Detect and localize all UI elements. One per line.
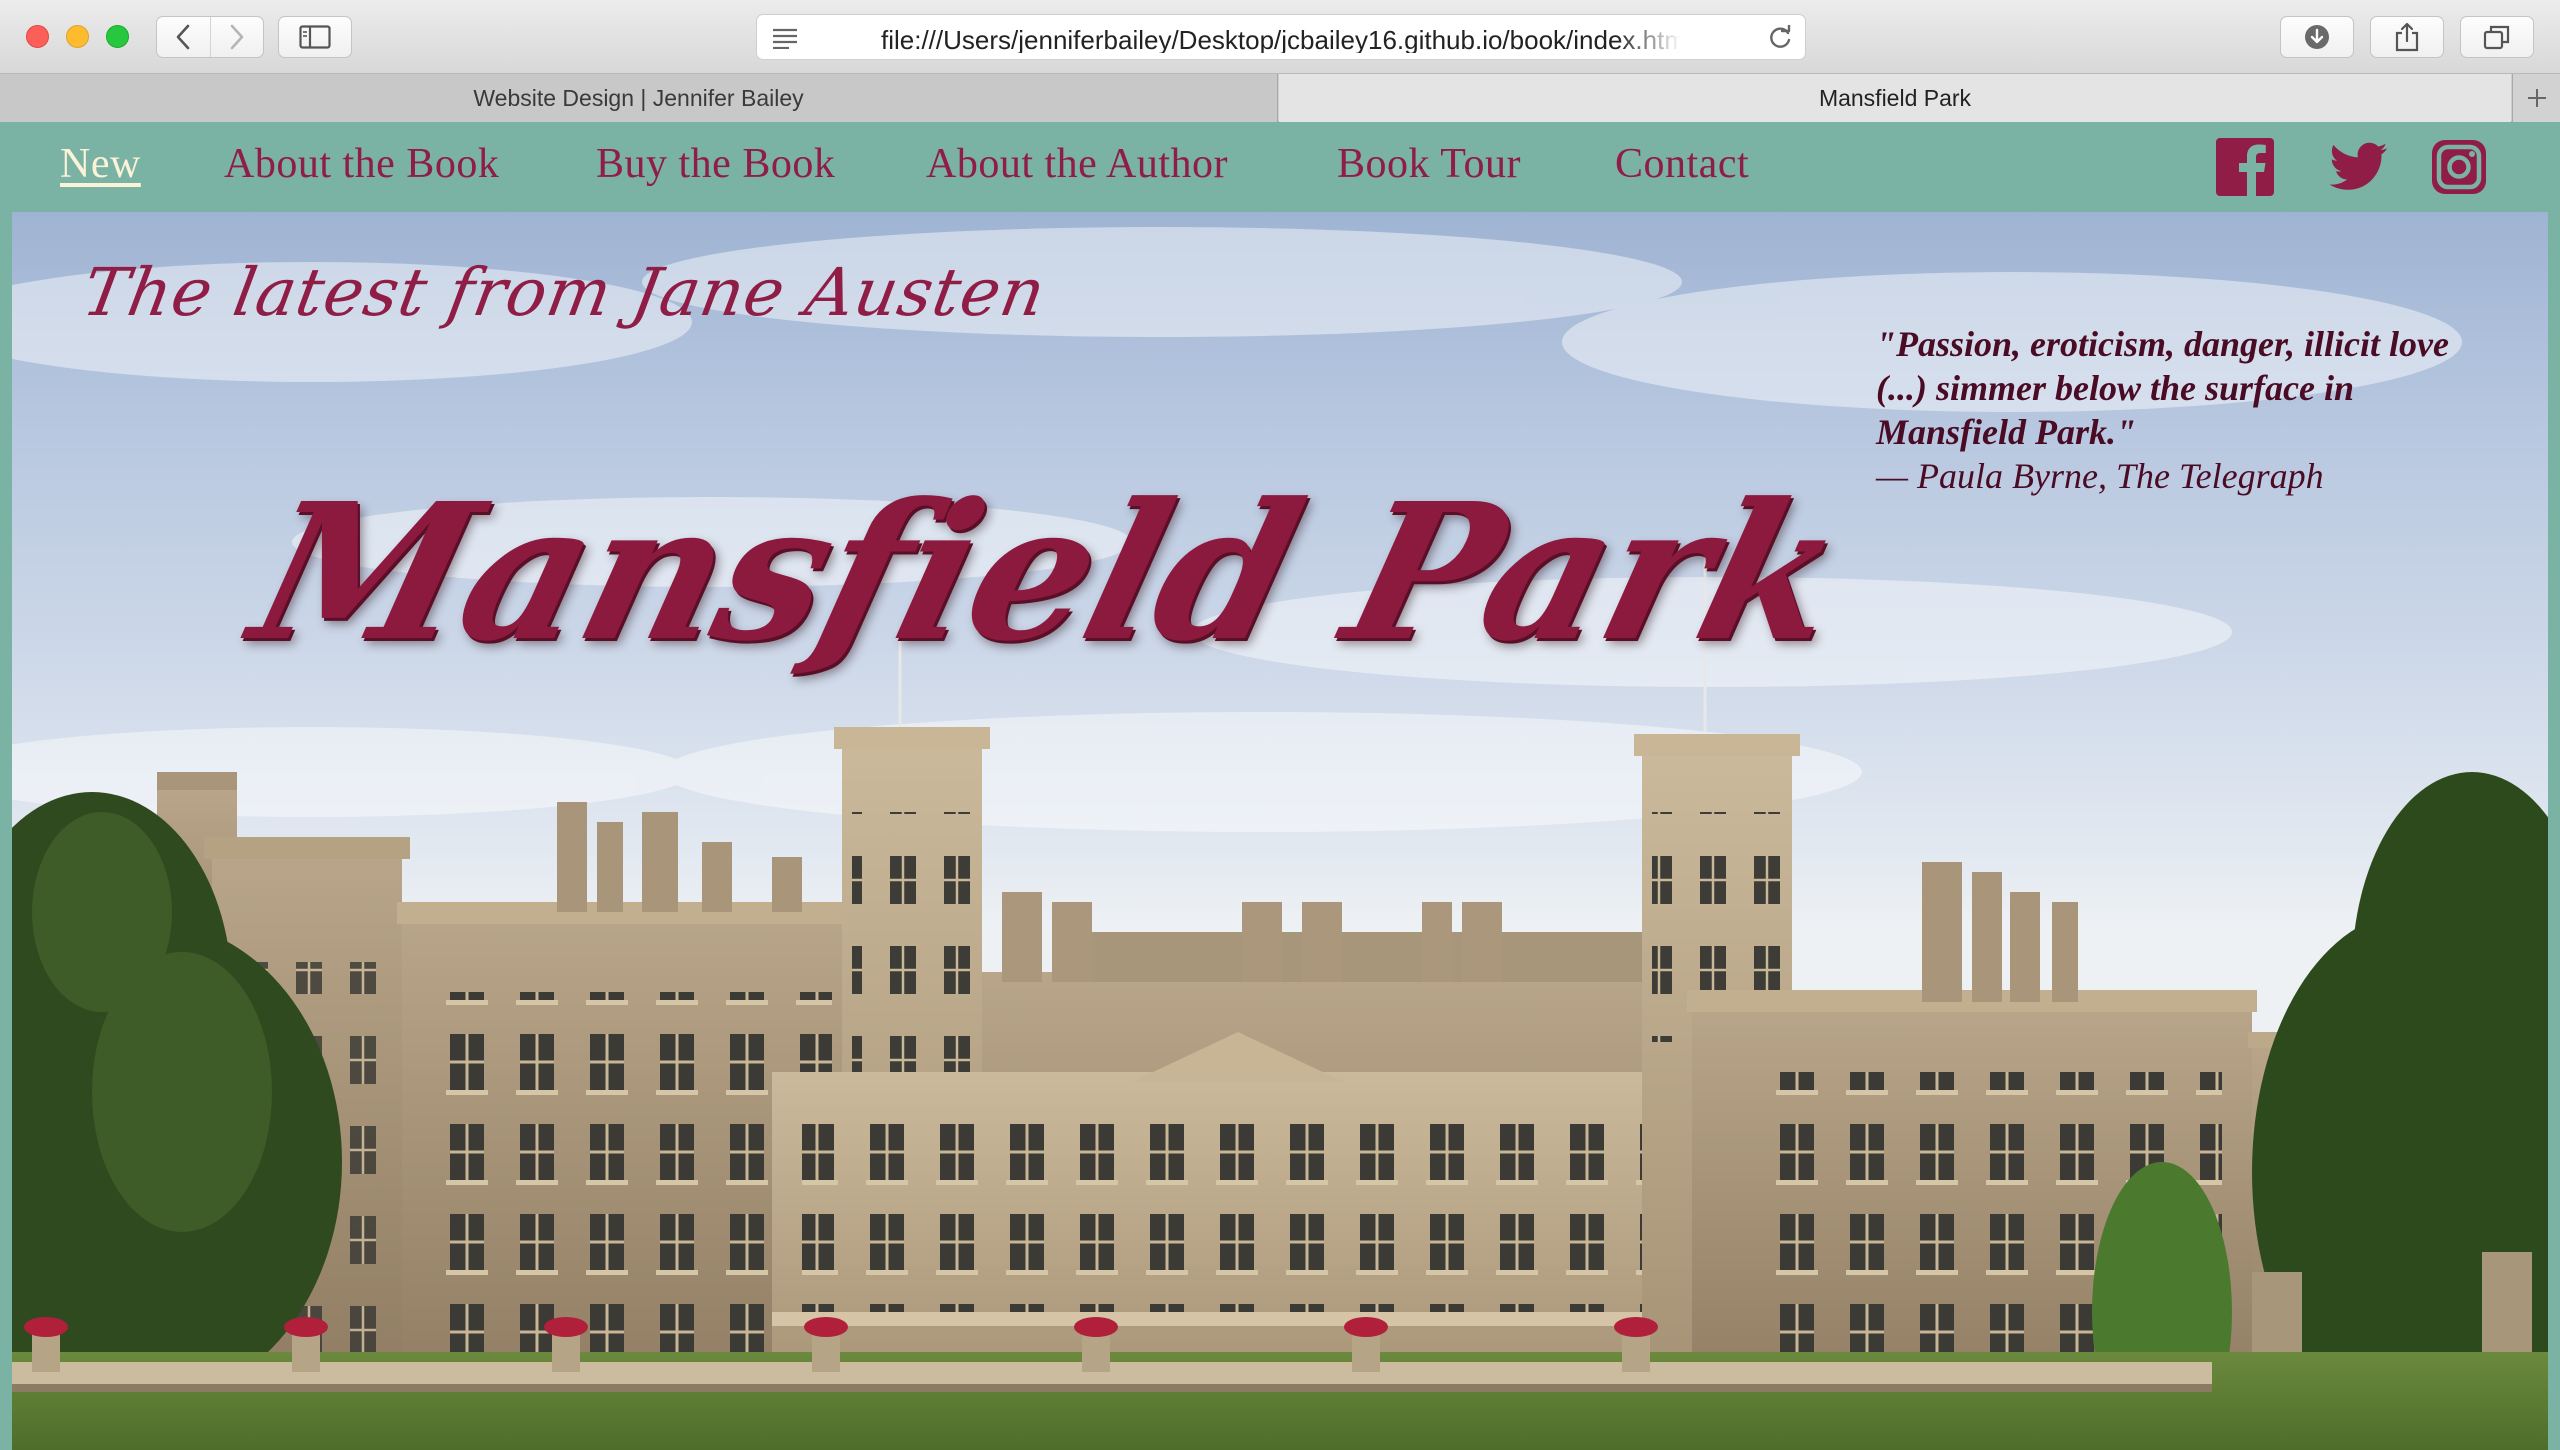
quote-text: "Passion, eroticism, danger, illicit lov…: [1876, 324, 2449, 452]
sidebar-toggle-button[interactable]: [278, 16, 352, 58]
quote-attribution: — Paula Byrne, The Telegraph: [1876, 456, 2324, 496]
tabs-overview-icon: [2483, 25, 2510, 50]
hero-tagline: The latest from Jane Austen: [77, 254, 1052, 331]
tab-website-design[interactable]: Website Design | Jennifer Bailey: [0, 74, 1278, 122]
sidebar-icon: [299, 25, 331, 49]
instagram-icon[interactable]: [2430, 138, 2488, 196]
book-title: Mansfield Park: [234, 462, 1862, 683]
facebook-icon[interactable]: [2216, 138, 2274, 196]
chevron-left-icon: [177, 24, 190, 50]
nav-link-new[interactable]: New: [60, 140, 141, 188]
web-page: New About the Book Buy the Book About th…: [0, 122, 2560, 1450]
browser-titlebar: file:///Users/jenniferbailey/Desktop/jcb…: [0, 0, 2560, 74]
nav-link-about-book[interactable]: About the Book: [224, 140, 499, 188]
minimize-window-button[interactable]: [66, 25, 89, 48]
new-tab-button[interactable]: [2512, 74, 2560, 122]
review-quote: "Passion, eroticism, danger, illicit lov…: [1876, 322, 2476, 498]
reload-icon[interactable]: [1767, 25, 1793, 51]
nav-link-buy-book[interactable]: Buy the Book: [596, 140, 835, 188]
url-text[interactable]: file:///Users/jenniferbailey/Desktop/jcb…: [881, 25, 1681, 53]
twitter-icon[interactable]: [2330, 138, 2388, 196]
tab-bar: Website Design | Jennifer Bailey Mansfie…: [0, 74, 2560, 122]
share-button[interactable]: [2370, 16, 2444, 58]
history-nav-group: [156, 16, 264, 58]
nav-link-about-author[interactable]: About the Author: [926, 140, 1228, 188]
reader-view-icon[interactable]: [771, 27, 799, 49]
forward-button[interactable]: [209, 17, 263, 57]
plus-icon: [2527, 89, 2546, 107]
zoom-window-button[interactable]: [106, 25, 129, 48]
back-button[interactable]: [157, 17, 210, 57]
downloads-button[interactable]: [2280, 16, 2354, 58]
nav-link-contact[interactable]: Contact: [1615, 140, 1749, 188]
site-navigation: New About the Book Buy the Book About th…: [0, 122, 2560, 212]
address-bar[interactable]: file:///Users/jenniferbailey/Desktop/jcb…: [756, 14, 1806, 60]
hero-banner: The latest from Jane Austen Mansfield Pa…: [12, 212, 2548, 1450]
show-tabs-button[interactable]: [2460, 16, 2534, 58]
chevron-right-icon: [230, 24, 244, 50]
share-icon: [2395, 22, 2419, 52]
tab-label: Website Design | Jennifer Bailey: [473, 84, 804, 111]
tab-label: Mansfield Park: [1818, 84, 1972, 111]
download-icon: [2305, 25, 2329, 49]
tab-mansfield-park[interactable]: Mansfield Park: [1279, 74, 2511, 122]
close-window-button[interactable]: [26, 25, 49, 48]
nav-link-book-tour[interactable]: Book Tour: [1337, 140, 1521, 188]
